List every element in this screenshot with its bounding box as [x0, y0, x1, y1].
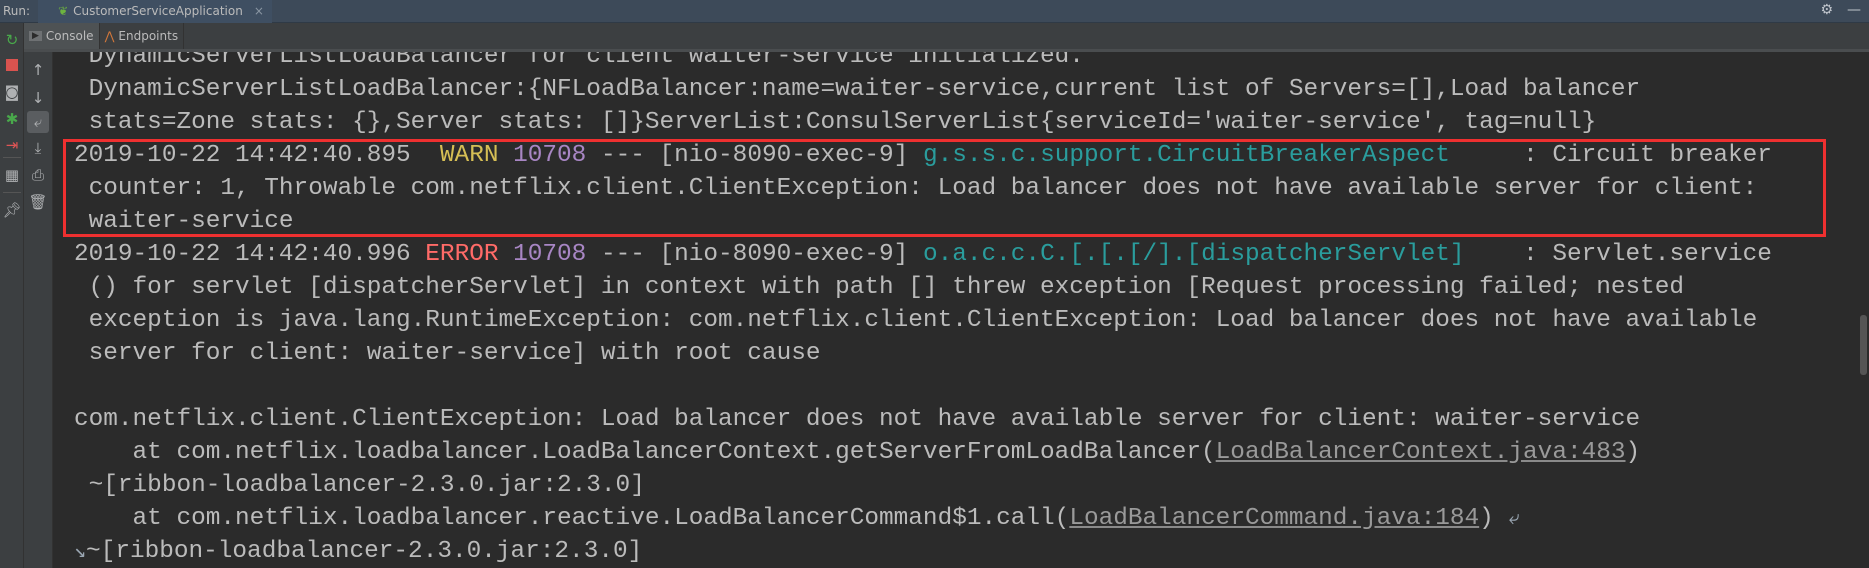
console-line: 2019-10-22 14:42:40.996 ERROR 10708 --- … [74, 238, 1772, 271]
log-text: stats=Zone stats: {},Server stats: []}Se… [74, 109, 1597, 136]
log-text: --- [nio-8090-exec-9] [586, 142, 923, 169]
stop-icon[interactable] [1, 54, 23, 76]
process-id: 10708 [513, 241, 587, 268]
endpoints-icon: ⋀ [104, 29, 115, 43]
source-link[interactable]: LoadBalancerContext.java:483 [1216, 439, 1626, 466]
run-tab-customer-service-application[interactable]: ❦ CustomerServiceApplication × [38, 0, 272, 23]
console-icon: ▶ [29, 31, 42, 41]
log-text: : Circuit breaker [1449, 142, 1772, 169]
log-text: 2019-10-22 14:42:40.996 [74, 241, 426, 268]
console-toolbar: ↑ ↓ ⤶ ⤓ ⎙ 🗑︎ [24, 52, 53, 568]
console-line: server for client: waiter-service] with … [74, 337, 1772, 370]
spring-boot-icon: ❦ [58, 4, 69, 18]
minimize-icon[interactable]: — [1847, 2, 1861, 18]
tab-console-label: Console [45, 29, 94, 43]
log-text: at com.netflix.loadbalancer.LoadBalancer… [74, 439, 1216, 466]
console-line: () for servlet [dispatcherServlet] in co… [74, 271, 1772, 304]
log-text: DynamicServerListLoadBalancer:{NFLoadBal… [74, 76, 1641, 103]
print-icon[interactable]: ⎙ [27, 164, 49, 186]
down-arrow-icon[interactable]: ↓ [27, 87, 49, 109]
rerun-icon[interactable]: ↻ [1, 29, 23, 51]
log-text: com.netflix.client.ClientException: Load… [74, 406, 1641, 433]
gear-icon[interactable]: ⚙ [1820, 2, 1833, 18]
console-line: exception is java.lang.RuntimeException:… [74, 304, 1772, 337]
soft-wrap-start-icon: ↘ [74, 541, 87, 564]
log-level-warn: WARN [439, 142, 499, 169]
pin-icon[interactable]: 📌︎ [1, 199, 23, 221]
console-line: ↘~[ribbon-loadbalancer-2.3.0.jar:2.3.0] [74, 535, 1772, 568]
run-toolwindow-header: Run: ❦ CustomerServiceApplication × ⚙ — [0, 0, 1869, 23]
trash-icon[interactable]: 🗑︎ [27, 191, 49, 213]
console-line: DynamicServerListLoadBalancer for client… [74, 52, 1772, 73]
console-line: counter: 1, Throwable com.netflix.client… [74, 172, 1772, 205]
exit-icon[interactable]: ⇥ [1, 134, 23, 156]
log-text: ~[ribbon-loadbalancer-2.3.0.jar:2.3.0] [74, 472, 645, 499]
console-lines: DynamicServerListLoadBalancer for client… [74, 52, 1772, 568]
debug-icon[interactable]: ✱ [1, 108, 23, 130]
process-id: 10708 [513, 142, 587, 169]
tab-endpoints-label: Endpoints [118, 29, 179, 43]
console-line: at com.netflix.loadbalancer.LoadBalancer… [74, 436, 1772, 469]
run-toolbar: ↻ ◙ ✱ ⇥ ▦ 📌︎ [0, 23, 24, 568]
log-text: at com.netflix.loadbalancer.reactive.Loa… [74, 505, 1070, 532]
run-tab-label: CustomerServiceApplication [73, 4, 243, 18]
camera-icon[interactable]: ◙ [1, 81, 23, 103]
log-text: DynamicServerListLoadBalancer for client… [74, 52, 1084, 70]
logger-name: o.a.c.c.C.[.[.[/].[dispatcherServlet] [922, 241, 1465, 268]
log-text: 2019-10-22 14:42:40.895 [74, 142, 440, 169]
console-line: at com.netflix.loadbalancer.reactive.Loa… [74, 502, 1772, 535]
soft-wrap-icon[interactable]: ⤶ [27, 111, 49, 133]
logger-name: g.s.s.c.support.CircuitBreakerAspect [922, 142, 1450, 169]
close-icon[interactable]: × [254, 4, 264, 18]
console-tabs: ▶ Console ⋀ Endpoints [24, 23, 1869, 52]
log-text: ) [1625, 439, 1641, 466]
source-link[interactable]: LoadBalancerCommand.java:184 [1069, 505, 1479, 532]
divider [3, 157, 21, 158]
console-line: stats=Zone stats: {},Server stats: []}Se… [74, 106, 1772, 139]
log-level-error: ERROR [425, 241, 499, 268]
console-line: com.netflix.client.ClientException: Load… [74, 403, 1772, 436]
log-text: counter: 1, Throwable com.netflix.client… [74, 175, 1758, 202]
console-line: waiter-service [74, 205, 1772, 238]
vertical-scrollbar[interactable] [1860, 315, 1867, 375]
divider [3, 192, 21, 193]
log-text: ~[ribbon-loadbalancer-2.3.0.jar:2.3.0] [86, 538, 643, 565]
console-line: 2019-10-22 14:42:40.895 WARN 10708 --- [… [74, 139, 1772, 172]
scroll-to-end-icon[interactable]: ⤓ [27, 137, 49, 159]
log-text: --- [nio-8090-exec-9] [586, 241, 923, 268]
console-output[interactable]: DynamicServerListLoadBalancer for client… [53, 52, 1861, 568]
up-arrow-icon[interactable]: ↑ [27, 59, 49, 81]
log-text: ) [1479, 505, 1509, 532]
console-line: ~[ribbon-loadbalancer-2.3.0.jar:2.3.0] [74, 469, 1772, 502]
console-line: DynamicServerListLoadBalancer:{NFLoadBal… [74, 73, 1772, 106]
log-text: exception is java.lang.RuntimeException:… [74, 307, 1758, 334]
tab-endpoints[interactable]: ⋀ Endpoints [100, 23, 185, 49]
tab-console[interactable]: ▶ Console [24, 23, 100, 49]
log-text: : Servlet.service [1464, 241, 1772, 268]
log-text: () for servlet [dispatcherServlet] in co… [74, 274, 1685, 301]
run-label: Run: [3, 4, 31, 18]
log-text: server for client: waiter-service] with … [74, 340, 821, 367]
soft-wrap-end-icon: ⤶ [1508, 508, 1520, 531]
log-text: waiter-service [74, 208, 294, 235]
layout-icon[interactable]: ▦ [1, 164, 23, 186]
